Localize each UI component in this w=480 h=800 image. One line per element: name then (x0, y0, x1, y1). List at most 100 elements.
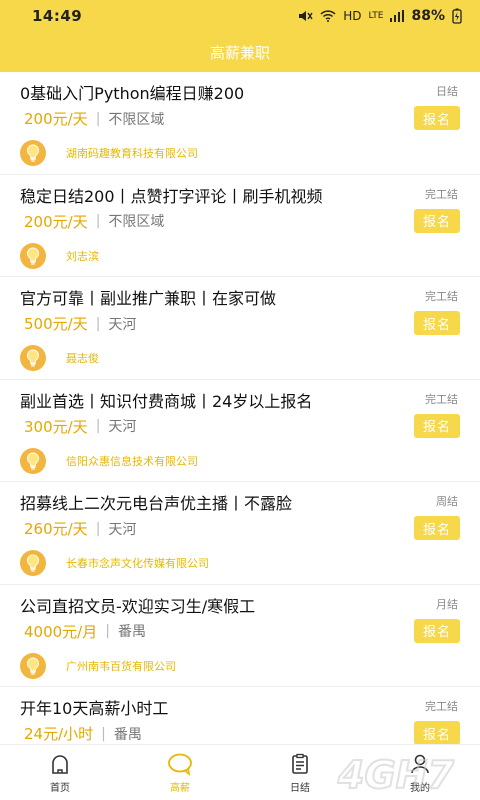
pay-row: 4000元/月 | 番禺 (24, 621, 146, 642)
apply-button[interactable]: 报名 (414, 721, 460, 744)
job-card[interactable]: 稳定日结200丨点赞打字评论丨刷手机视频 完工结 200元/天 | 不限区域 报… (0, 175, 480, 277)
battery-charging-icon (452, 8, 462, 24)
hd-label: HD (343, 9, 362, 23)
work-area: 番禺 (113, 726, 142, 743)
tab-label: 高薪 (170, 783, 190, 794)
salary: 4000元/月 (24, 622, 98, 641)
clipboard-icon (287, 751, 313, 777)
tab-high-pay[interactable]: 高薪 (120, 745, 240, 800)
job-card[interactable]: 副业首选丨知识付费商城丨24岁以上报名 完工结 300元/天 | 天河 报名 信… (0, 380, 480, 482)
home-icon (47, 751, 73, 777)
settlement-type: 完工结 (425, 392, 458, 406)
job-list[interactable]: 0基础入门Python编程日赚200 日结 200元/天 | 不限区域 报名 湖… (0, 72, 480, 744)
battery-percent: 88% (411, 8, 445, 24)
job-title: 开年10天高薪小时工 (20, 699, 169, 718)
settlement-type: 月结 (436, 597, 458, 611)
work-area: 天河 (108, 521, 137, 538)
lightbulb-icon (20, 345, 46, 371)
salary: 500元/天 (24, 315, 88, 333)
lightbulb-icon (20, 550, 46, 576)
apply-button[interactable]: 报名 (414, 106, 460, 130)
user-icon (407, 751, 433, 777)
company-row: 刘志滨 (20, 242, 99, 269)
divider: | (105, 623, 110, 639)
pay-row: 200元/天 | 不限区域 (24, 211, 164, 232)
divider: | (95, 315, 101, 332)
tab-label: 日结 (290, 783, 310, 794)
lightbulb-icon (20, 447, 46, 474)
job-card[interactable]: 公司直招文员-欢迎实习生/寒假工 月结 4000元/月 | 番禺 报名 广州南韦… (0, 585, 480, 687)
company-row: 长春市念声文化传媒有限公司 (20, 550, 209, 576)
signal-icon (390, 10, 405, 22)
pay-row: 500元/天 | 天河 (24, 313, 136, 334)
page-title: 高薪兼职 (209, 43, 270, 62)
wifi-icon (320, 10, 336, 22)
salary: 260元/天 (24, 520, 88, 538)
status-bar: 14:49 HD LTE 88% (0, 0, 480, 32)
apply-button[interactable]: 报名 (414, 618, 460, 643)
salary: 200元/天 (24, 110, 88, 128)
work-area: 天河 (108, 316, 137, 333)
mute-icon (299, 11, 313, 21)
company-name: 信阳众惠信息技术有限公司 (66, 454, 198, 468)
company-row: 信阳众惠信息技术有限公司 (20, 447, 198, 474)
divider: | (95, 520, 101, 537)
company-name: 长春市念声文化传媒有限公司 (66, 557, 209, 570)
apply-button[interactable]: 报名 (414, 311, 460, 335)
pay-row: 300元/天 | 天河 (24, 416, 136, 437)
company-row: 广州南韦百货有限公司 (20, 652, 176, 679)
title-bar: 高薪兼职 (0, 32, 480, 72)
salary: 200元/天 (24, 212, 88, 231)
lightbulb-icon (20, 140, 46, 166)
job-card[interactable]: 官方可靠丨副业推广兼职丨在家可做 完工结 500元/天 | 天河 报名 聂志俊 (0, 277, 480, 380)
pay-row: 200元/天 | 不限区域 (24, 108, 164, 129)
divider: | (95, 110, 101, 127)
job-card[interactable]: 开年10天高薪小时工 完工结 24元/小时 | 番禺 报名 (0, 687, 480, 744)
job-title: 招募线上二次元电台声优主播丨不露脸 (20, 494, 293, 513)
status-time: 14:49 (32, 7, 83, 25)
job-title: 副业首选丨知识付费商城丨24岁以上报名 (20, 391, 313, 411)
tab-home[interactable]: 首页 (0, 745, 120, 800)
tab-mine[interactable]: 我的 (360, 745, 480, 800)
company-name: 湖南码趣教育科技有限公司 (66, 147, 198, 160)
status-icons: HD LTE 88% (297, 8, 462, 24)
divider: | (95, 213, 101, 229)
apply-button[interactable]: 报名 (414, 208, 460, 233)
job-title: 0基础入门Python编程日赚200 (20, 84, 245, 103)
job-card[interactable]: 0基础入门Python编程日赚200 日结 200元/天 | 不限区域 报名 湖… (0, 72, 480, 175)
pay-row: 260元/天 | 天河 (24, 518, 136, 539)
work-area: 不限区域 (108, 111, 165, 128)
lte-label: LTE (368, 11, 384, 21)
tab-label: 我的 (410, 783, 430, 794)
lightbulb-icon (20, 242, 46, 269)
company-name: 刘志滨 (66, 249, 99, 263)
apply-button[interactable]: 报名 (414, 413, 460, 438)
settlement-type: 完工结 (425, 187, 458, 201)
divider: | (95, 418, 101, 434)
lightbulb-icon (20, 652, 46, 679)
salary: 24元/小时 (24, 725, 94, 743)
settlement-type: 完工结 (425, 700, 458, 713)
tab-daily-pay[interactable]: 日结 (240, 745, 360, 800)
job-card[interactable]: 招募线上二次元电台声优主播丨不露脸 周结 260元/天 | 天河 报名 长春市念… (0, 482, 480, 585)
settlement-type: 周结 (436, 495, 458, 508)
chat-bubble-icon (167, 751, 193, 777)
work-area: 番禺 (117, 624, 146, 640)
company-row: 湖南码趣教育科技有限公司 (20, 140, 198, 166)
divider: | (101, 725, 106, 742)
apply-button[interactable]: 报名 (414, 516, 460, 540)
settlement-type: 日结 (436, 85, 458, 98)
company-row: 聂志俊 (20, 345, 99, 371)
salary: 300元/天 (24, 417, 88, 436)
tab-label: 首页 (50, 783, 70, 794)
company-name: 聂志俊 (66, 352, 99, 365)
job-title: 官方可靠丨副业推广兼职丨在家可做 (20, 289, 277, 308)
work-area: 不限区域 (108, 214, 165, 230)
job-title: 公司直招文员-欢迎实习生/寒假工 (20, 596, 256, 616)
top-header: 14:49 HD LTE 88% 高薪兼职 (0, 0, 480, 72)
company-name: 广州南韦百货有限公司 (66, 659, 176, 673)
pay-row: 24元/小时 | 番禺 (24, 723, 142, 744)
bottom-tab-bar: 首页 高薪 日结 我的 (0, 744, 480, 800)
job-title: 稳定日结200丨点赞打字评论丨刷手机视频 (20, 186, 323, 206)
settlement-type: 完工结 (425, 290, 458, 303)
